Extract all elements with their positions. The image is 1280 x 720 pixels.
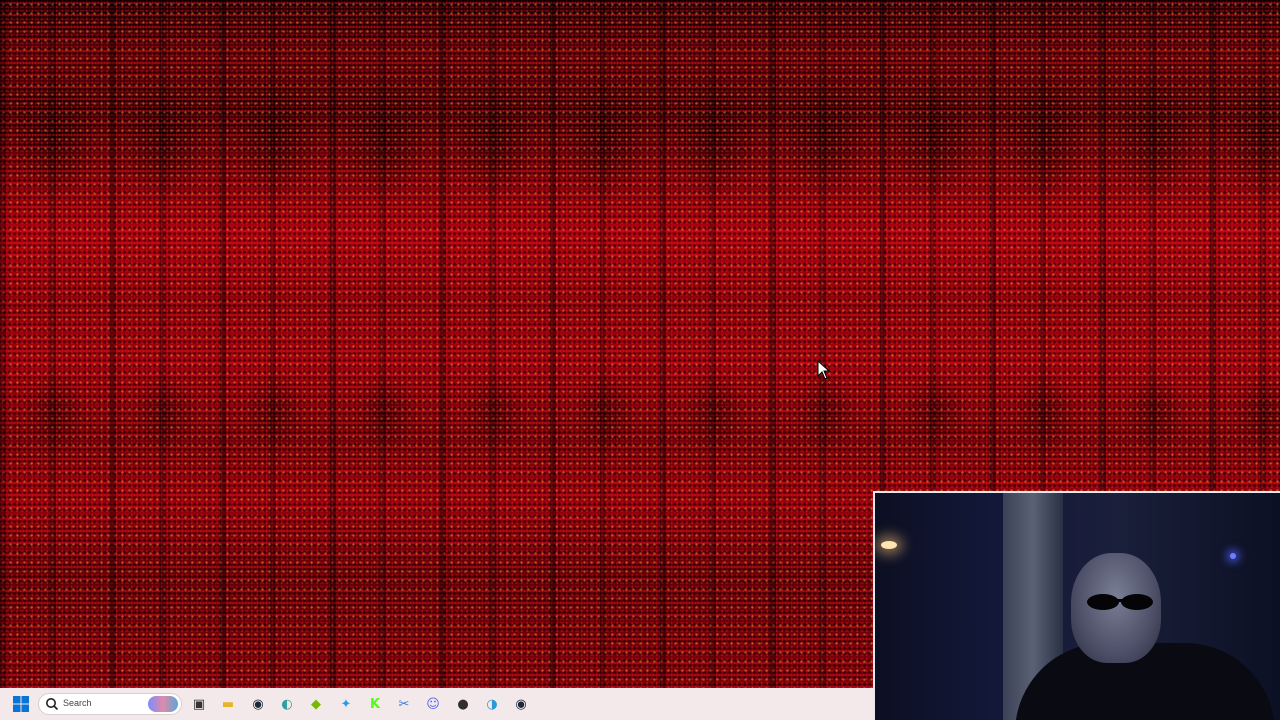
steam-icon[interactable]: ◉ — [247, 693, 269, 715]
file-explorer-icon[interactable]: ▬ — [217, 693, 239, 715]
windows-logo-icon — [13, 696, 29, 712]
search-highlight-icon — [148, 696, 178, 712]
search-icon — [46, 698, 59, 711]
nvidia-icon[interactable]: ◆ — [305, 693, 327, 715]
edge-beta-icon[interactable]: ◐ — [276, 693, 298, 715]
search-placeholder: Search — [63, 698, 92, 708]
kick-icon[interactable]: K — [364, 693, 386, 715]
steam-alt-icon[interactable]: ◉ — [510, 693, 532, 715]
webcam-lamp — [881, 541, 897, 549]
mouse-cursor-icon — [817, 360, 831, 380]
obs-icon[interactable]: ● — [452, 693, 474, 715]
start-button[interactable] — [10, 693, 32, 715]
snipping-tool-icon[interactable]: ✂ — [393, 693, 415, 715]
edge-icon[interactable]: ◑ — [481, 693, 503, 715]
webcam-blue-light — [1230, 553, 1236, 559]
webcam-overlay — [873, 491, 1280, 720]
sunglasses — [1087, 594, 1153, 610]
taskbar-search-box[interactable]: Search — [38, 693, 182, 715]
discord-icon[interactable]: ☺ — [422, 693, 444, 715]
task-view-icon[interactable]: ▣ — [188, 693, 210, 715]
twitter-icon[interactable]: ✦ — [335, 693, 357, 715]
